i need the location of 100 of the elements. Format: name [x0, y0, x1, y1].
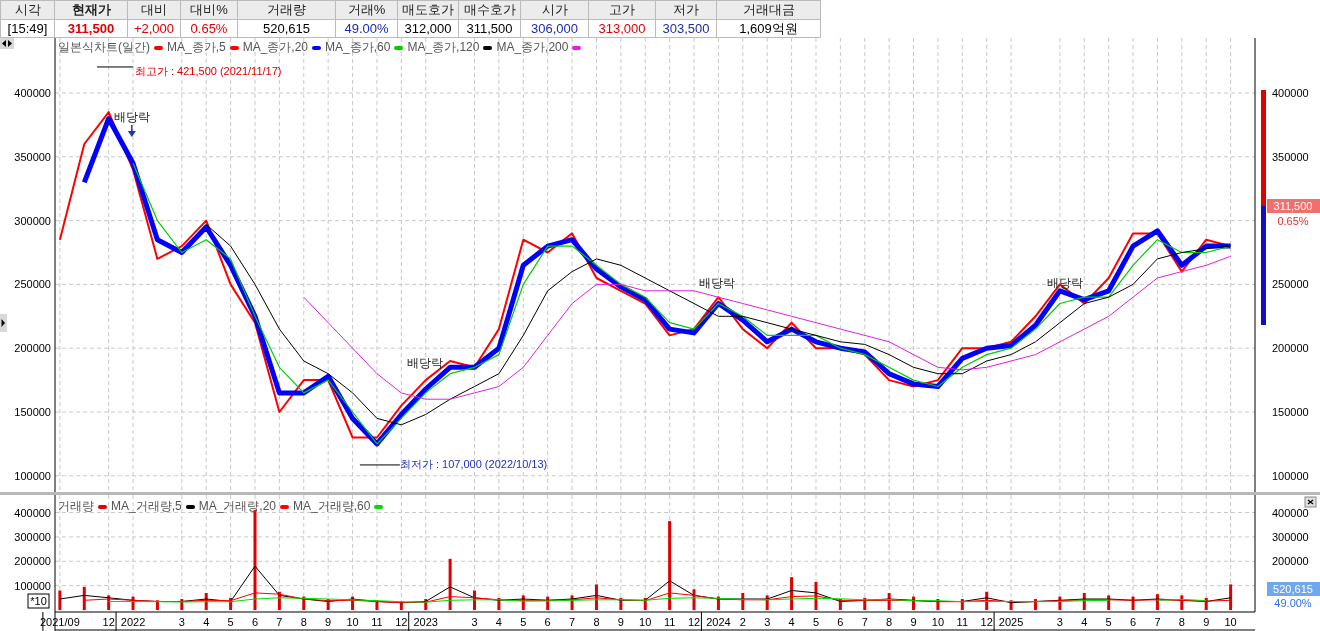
axis-label: 5	[227, 616, 234, 628]
axis-label: 400000	[1272, 506, 1309, 519]
axis-label: 250000	[14, 278, 51, 291]
quote-cell: 0.65%	[181, 20, 238, 38]
axis-label: 4	[203, 616, 210, 628]
axis-label: 12	[102, 616, 115, 628]
axis-label: 6	[544, 616, 551, 628]
axis-label: 10	[1224, 616, 1237, 628]
low-price-label: 최저가 : 107,000 (2022/10/13)	[399, 457, 548, 470]
axis-label: 3	[471, 616, 478, 628]
dividend-label: 배당락	[407, 355, 443, 370]
legend-label: MA_종가,120	[407, 39, 480, 56]
change-percent: 0.65%	[1277, 215, 1309, 227]
quote-cell: 312,000	[398, 20, 459, 38]
quote-cell: 520,615	[238, 20, 336, 38]
price-badge: 311,500	[1267, 199, 1320, 213]
axis-label: 7	[861, 616, 868, 628]
axis-label: 8	[1178, 616, 1185, 628]
axis-label: 4	[1081, 616, 1088, 628]
axis-label: 3	[764, 616, 771, 628]
axis-label: 5	[1105, 616, 1112, 628]
column-header: 거래대금	[717, 1, 821, 20]
legend-label: MA_종가,60	[325, 39, 391, 56]
column-header: 시가	[521, 1, 589, 20]
quote-cell: [15:49]	[1, 20, 55, 38]
axis-label: 100000	[14, 469, 51, 482]
axis-label: 5	[520, 616, 527, 628]
legend-label: 일본식차트(일간)	[58, 39, 150, 56]
axis-label: 6	[251, 616, 259, 628]
legend-label: MA_종가,200	[496, 39, 569, 56]
axis-label: 9	[617, 616, 624, 628]
high-price-label: 최고가 : 421,500 (2021/11/17)	[134, 64, 282, 77]
axis-label: 7	[1154, 616, 1161, 628]
axis-label: 200000	[1272, 342, 1309, 355]
quote-cell: 306,000	[521, 20, 589, 38]
axis-label: 11	[956, 616, 969, 628]
column-header: 매수호가	[459, 1, 521, 20]
pane-toggle-icon[interactable]	[0, 38, 14, 49]
axis-label: 8	[300, 616, 307, 628]
leader-line	[359, 464, 401, 466]
axis-label: 9	[325, 616, 332, 628]
column-header: 시각	[1, 1, 55, 20]
axis-label: 2025	[998, 616, 1024, 628]
axis-label: 200000	[14, 342, 51, 355]
axis-label: 2	[739, 616, 746, 628]
axis-label: 400000	[14, 87, 51, 99]
axis-label: 11	[663, 616, 676, 628]
scale-multiplier: *10	[27, 593, 50, 609]
axis-label: 12	[687, 616, 701, 628]
column-header: 현재가	[55, 1, 128, 20]
axis-label: 150000	[1272, 406, 1309, 418]
volume-ratio: 49.00%	[1274, 597, 1312, 609]
axis-label: 400000	[1272, 87, 1309, 99]
quote-cell: 311,500	[459, 20, 521, 38]
legend-label: MA_거래량,20	[198, 498, 277, 515]
axis-label: 200000	[14, 555, 51, 568]
axis-label: 2024	[706, 616, 731, 628]
column-header: 거래%	[336, 1, 398, 20]
dividend-label: 배당락	[698, 275, 735, 290]
axis-label: 7	[569, 616, 576, 628]
axis-label: 350000	[14, 150, 51, 163]
axis-label: 8	[886, 616, 893, 628]
axis-label: 100000	[1272, 469, 1309, 482]
axis-label: 10	[346, 616, 359, 628]
axis-label: 2022	[120, 616, 146, 628]
column-header: 매도호가	[398, 1, 459, 20]
axis-label: 7	[276, 616, 283, 628]
axis-label: 300000	[14, 530, 51, 543]
quote-cell: 311,500	[55, 20, 128, 38]
leader-line	[96, 66, 134, 68]
axis-label: 10	[931, 616, 945, 628]
legend-label: MA_종가,20	[242, 39, 309, 56]
axis-label: 4	[495, 616, 502, 628]
quote-cell: 1,609억원	[717, 20, 821, 38]
legend-label: MA_거래량,5	[111, 498, 182, 515]
column-header: 대비	[128, 1, 181, 20]
axis-label: 3	[1056, 616, 1063, 628]
axis-label: 3	[178, 616, 185, 628]
axis-label: 150000	[14, 406, 51, 418]
column-header: 거래량	[238, 1, 336, 20]
axis-label: 9	[1203, 616, 1210, 628]
axis-label: 11	[371, 616, 383, 628]
legend-swatch	[154, 45, 163, 50]
axis-label: 100000	[14, 579, 51, 592]
axis-label: 400000	[14, 506, 51, 519]
quote-cell: +2,000	[128, 20, 181, 38]
axis-label: 2023	[413, 616, 438, 628]
column-header: 고가	[589, 1, 656, 20]
quote-cell: 303,500	[656, 20, 717, 38]
axis-label: 4	[788, 616, 795, 628]
legend-label: MA_거래량,60	[293, 498, 371, 515]
quote-cell: 313,000	[589, 20, 656, 38]
dividend-label: 배당락	[1046, 275, 1083, 290]
arrow-icon	[127, 124, 136, 137]
axis-label: 12	[980, 616, 993, 628]
expand-icon[interactable]	[0, 314, 7, 332]
axis-label: 6	[1130, 616, 1137, 628]
close-icon[interactable]	[1304, 496, 1317, 508]
axis-label: 9	[910, 616, 917, 628]
column-header: 저가	[656, 1, 717, 20]
